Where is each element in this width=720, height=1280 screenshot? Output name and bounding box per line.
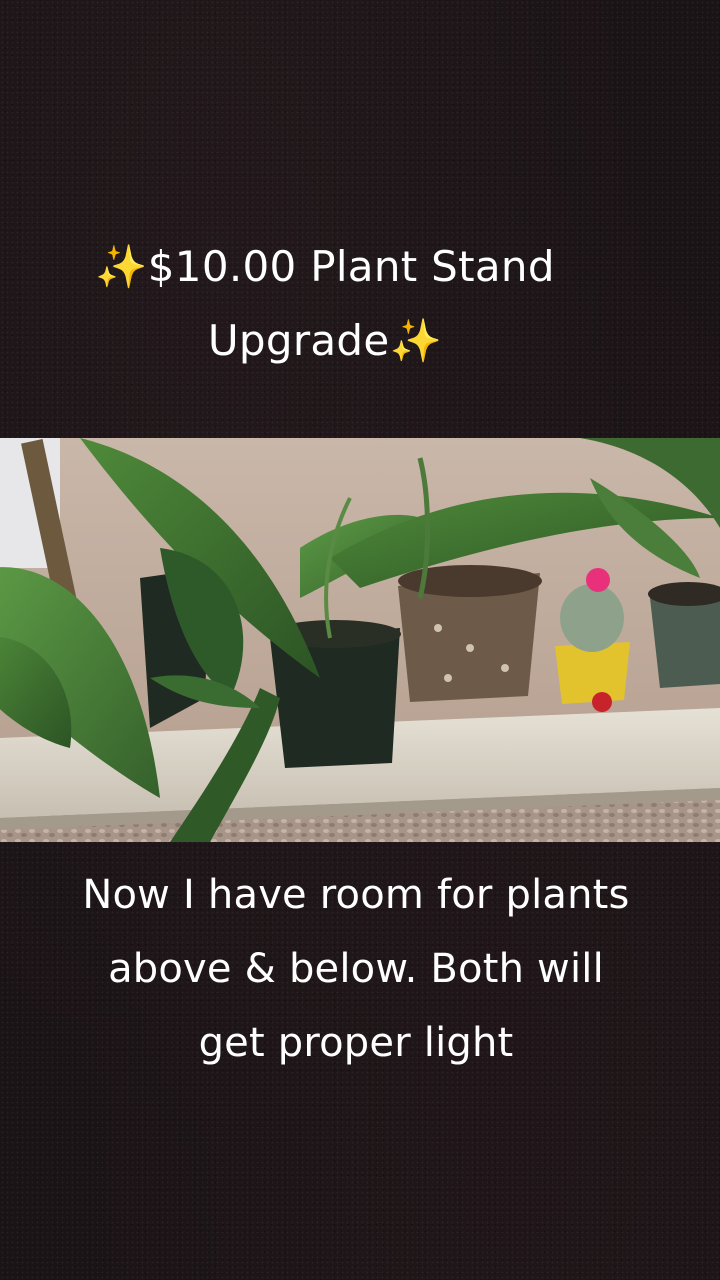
caption-line: get proper light [198, 1020, 514, 1066]
sparkles-icon: ✨ [95, 242, 148, 291]
title-line-1: ✨$10.00 Plant Stand [0, 230, 650, 304]
sparkles-icon: ✨ [389, 316, 443, 365]
caption-overlay: Now I have room for plants above & below… [0, 858, 712, 1080]
plant-photo [0, 438, 720, 842]
title-line-2: Upgrade✨ [0, 304, 650, 378]
title-overlay: ✨$10.00 Plant Stand Upgrade✨ [0, 230, 650, 378]
caption-line: above & below. Both will [108, 946, 604, 992]
caption-line: Now I have room for plants [82, 872, 630, 918]
title-text-1: $10.00 Plant Stand [147, 242, 555, 291]
title-text-2: Upgrade [207, 316, 390, 365]
plant-photo-illustration [0, 438, 720, 842]
